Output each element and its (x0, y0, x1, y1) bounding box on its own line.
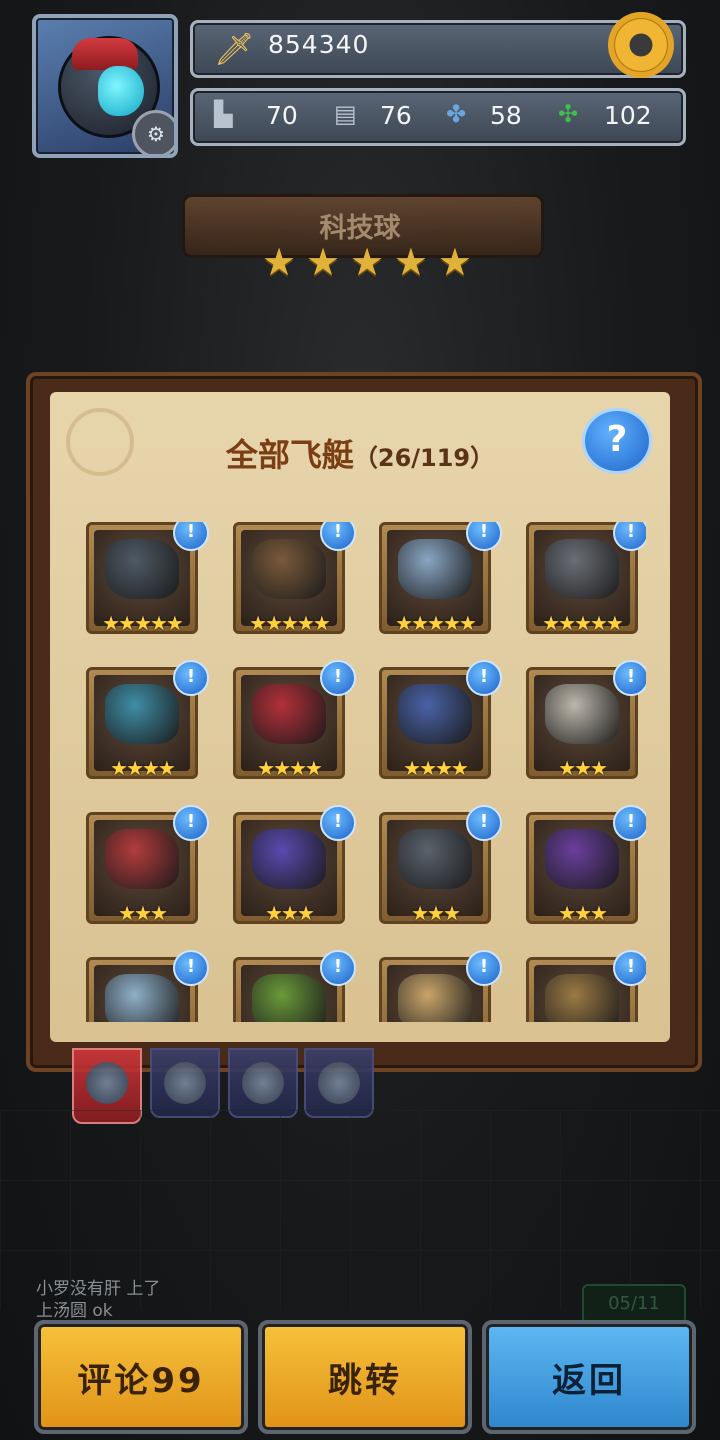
info-alert-icon[interactable]: ! (173, 522, 209, 551)
ship-icon (105, 684, 179, 744)
ship-icon (398, 829, 472, 889)
ship-card[interactable]: ! (233, 950, 356, 1022)
chat-message: 小罗没有肝 上了 上汤圆 ok (36, 1278, 160, 1322)
ship-icon (545, 829, 619, 889)
ship-icon (252, 974, 326, 1022)
ship-tab-icon (86, 1062, 128, 1104)
chat-line: 上汤圆 ok (36, 1301, 113, 1321)
tab-category-4[interactable] (304, 1048, 374, 1118)
info-alert-icon[interactable]: ! (320, 660, 356, 696)
jump-button[interactable]: 跳转 (258, 1320, 472, 1434)
ship-card[interactable]: ! ★★★★ (233, 660, 356, 780)
round-timer: 05/11 (582, 1284, 686, 1324)
info-alert-icon[interactable]: ! (173, 805, 209, 841)
info-alert-icon[interactable]: ! (320, 522, 356, 551)
power-value: 854340 (268, 30, 370, 59)
star-icon: ★ (349, 240, 385, 284)
clover-icon: ✣ (558, 100, 579, 128)
info-alert-icon[interactable]: ! (173, 950, 209, 986)
info-alert-icon[interactable]: ! (613, 950, 646, 986)
ship-card[interactable]: ! (379, 950, 502, 1022)
resource-chip-value: 76 (380, 101, 412, 130)
ship-card[interactable]: ! ★★★★★ (233, 522, 356, 635)
info-alert-icon[interactable]: ! (613, 805, 646, 841)
ship-grid: ! ★★★★★! ★★★★★! ★★★★★! ★★★★★! ★★★★! ★★★★! ★★★★!… (86, 522, 646, 1022)
info-alert-icon[interactable]: ! (466, 660, 502, 696)
ship-stars: ★★★★★ (102, 611, 184, 635)
star-icon: ★ (437, 240, 472, 284)
sword-icon: 🗡 (214, 30, 255, 68)
ship-icon (545, 539, 619, 599)
info-alert-icon[interactable]: ! (320, 805, 356, 841)
player-avatar[interactable]: ⚙ (32, 14, 178, 158)
ship-stars: ★★★ (558, 901, 608, 925)
ship-tab-icon (242, 1062, 284, 1104)
ship-icon (252, 539, 326, 599)
ship-stars: ★★★★★ (249, 611, 331, 635)
chat-line: 小罗没有肝 上了 (36, 1279, 161, 1299)
help-icon[interactable]: ? (582, 408, 652, 474)
ship-stars: ★★★★★ (542, 611, 624, 635)
tab-category-2[interactable] (150, 1048, 220, 1118)
ship-stars: ★★★★ (110, 756, 176, 780)
rating-stars: ★ ★ ★ ★ ★ (262, 240, 472, 284)
rank-badge-icon: ⚙ (132, 110, 174, 154)
ship-card[interactable]: ! ★★★ (379, 805, 502, 925)
ship-icon (252, 829, 326, 889)
ship-count: （26/119） (353, 444, 495, 472)
settings-gear-icon[interactable] (608, 12, 674, 78)
ship-stars: ★★★★★ (395, 611, 477, 635)
ship-tab-icon (164, 1062, 206, 1104)
ship-stars: ★★★ (558, 756, 608, 780)
robot-cap (72, 38, 138, 70)
ship-card[interactable]: ! ★★★★★ (526, 522, 646, 635)
ship-icon (105, 539, 179, 599)
fan-icon: ✤ (446, 100, 467, 128)
resource-fan-value: 58 (490, 101, 522, 130)
ship-card[interactable]: ! ★★★★★ (86, 522, 209, 635)
back-button[interactable]: 返回 (482, 1320, 696, 1434)
tank-icon: ▙ (214, 100, 233, 128)
ship-card[interactable]: ! ★★★ (86, 805, 209, 925)
ship-stars: ★★★ (118, 901, 168, 925)
info-alert-icon[interactable]: ! (320, 950, 356, 986)
info-alert-icon[interactable]: ! (466, 522, 502, 551)
star-icon: ★ (393, 240, 428, 284)
ship-icon (398, 539, 472, 599)
ship-tab-icon (318, 1062, 360, 1104)
ship-icon (105, 829, 179, 889)
ship-stars: ★★★★ (403, 756, 469, 780)
ship-card[interactable]: ! ★★★ (526, 660, 646, 780)
info-alert-icon[interactable]: ! (466, 805, 502, 841)
ship-stars: ★★★ (265, 901, 315, 925)
ship-icon (398, 684, 472, 744)
ship-card[interactable]: ! ★★★★ (379, 660, 502, 780)
info-alert-icon[interactable]: ! (173, 660, 209, 696)
ship-icon (105, 974, 179, 1022)
chip-icon: ▤ (334, 100, 357, 128)
ship-card[interactable]: ! ★★★★★ (379, 522, 502, 635)
resource-tank-value: 70 (266, 101, 298, 130)
robot-visor (98, 66, 144, 116)
ship-card[interactable]: ! (526, 950, 646, 1022)
star-icon: ★ (262, 240, 297, 284)
resource-clover-value: 102 (604, 101, 652, 130)
ship-icon (398, 974, 472, 1022)
info-alert-icon[interactable]: ! (613, 660, 646, 696)
ship-icon (545, 974, 619, 1022)
ship-stars: ★★★★ (257, 756, 323, 780)
ship-card[interactable]: ! ★★★ (526, 805, 646, 925)
ship-card[interactable]: ! (86, 950, 209, 1022)
tab-category-3[interactable] (228, 1048, 298, 1118)
info-alert-icon[interactable]: ! (466, 950, 502, 986)
ship-card[interactable]: ! ★★★ (233, 805, 356, 925)
ship-card[interactable]: ! ★★★★ (86, 660, 209, 780)
ship-stars: ★★★ (411, 901, 461, 925)
ship-icon (545, 684, 619, 744)
panel-title-text: 全部飞艇 (225, 436, 354, 474)
ship-icon (252, 684, 326, 744)
star-icon: ★ (305, 240, 341, 284)
comment-button[interactable]: 评论99 (34, 1320, 248, 1434)
